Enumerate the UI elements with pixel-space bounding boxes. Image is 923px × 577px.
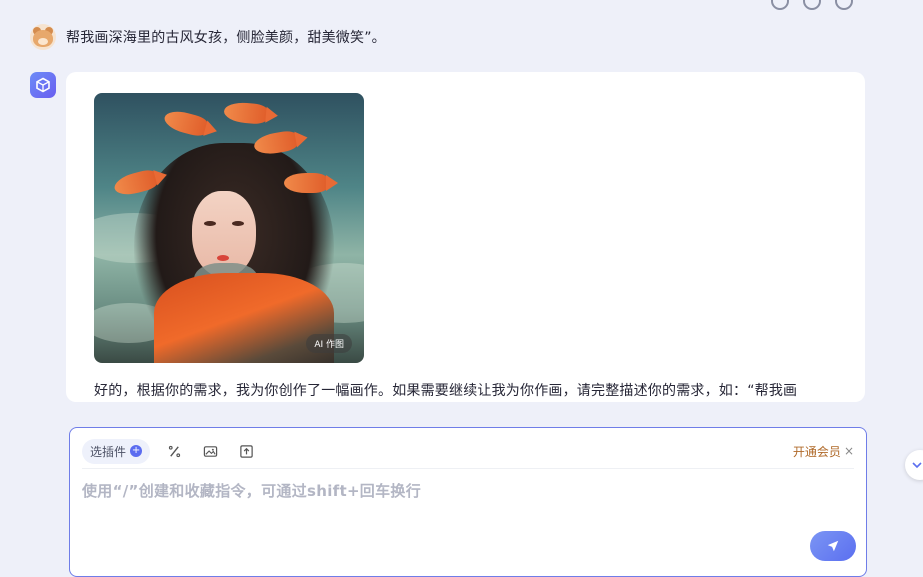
- vip-label[interactable]: 开通会员: [793, 443, 841, 460]
- bot-reply-text: 好的，根据你的需求，我为你创作了一幅画作。如果需要继续让我为你作画，请完整描述你…: [94, 383, 798, 399]
- user-avatar: [30, 24, 56, 50]
- composer-toolbar: 选插件 + 开通会员 ×: [82, 434, 854, 469]
- chat-composer: 选插件 + 开通会员 × 使用“/”创建和收藏指令，可通过shift+回车换行: [69, 427, 867, 577]
- message-input[interactable]: 使用“/”创建和收藏指令，可通过shift+回车换行: [82, 480, 421, 501]
- vip-promo[interactable]: 开通会员 ×: [793, 443, 854, 460]
- ai-image-badge: AI 作图: [306, 334, 352, 353]
- toolbar-icon[interactable]: [835, 0, 853, 10]
- select-plugin-button[interactable]: 选插件 +: [82, 438, 151, 464]
- generated-image[interactable]: AI 作图: [94, 93, 364, 363]
- send-icon: [827, 540, 839, 552]
- scroll-down-button[interactable]: [905, 450, 923, 480]
- close-icon[interactable]: ×: [844, 444, 854, 458]
- toolbar-icon[interactable]: [771, 0, 789, 10]
- bot-message-card: AI 作图 好的，根据你的需求，我为你创作了一幅画作。如果需要继续让我为你作画，…: [66, 72, 865, 402]
- cube-icon: [36, 77, 50, 93]
- chevron-down-icon: [912, 462, 922, 469]
- user-message-row: 帮我画深海里的古风女孩，侧脸美颜，甜美微笑”。: [30, 24, 386, 50]
- plugin-label: 选插件: [90, 444, 127, 459]
- user-message-text: 帮我画深海里的古风女孩，侧脸美颜，甜美微笑”。: [66, 30, 386, 46]
- file-upload-icon[interactable]: [234, 439, 258, 463]
- top-toolbar-icons: [771, 0, 853, 10]
- send-button[interactable]: [810, 531, 856, 561]
- command-slash-icon[interactable]: [162, 439, 186, 463]
- plus-icon: +: [130, 445, 143, 457]
- bot-avatar: [30, 72, 56, 98]
- image-upload-icon[interactable]: [198, 439, 222, 463]
- toolbar-icon[interactable]: [803, 0, 821, 10]
